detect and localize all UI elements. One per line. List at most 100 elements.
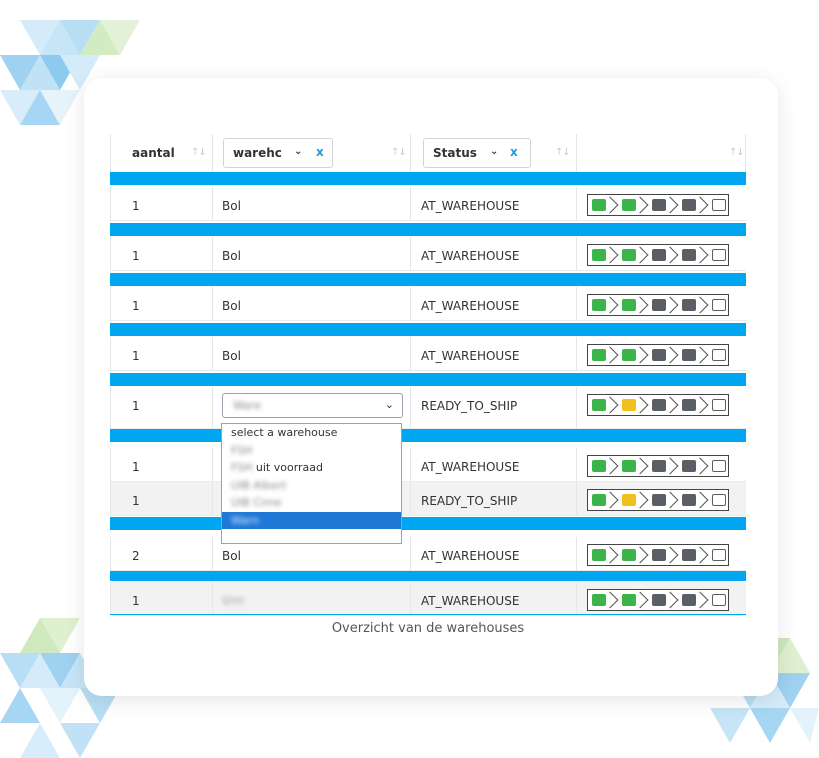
warehouse-select[interactable]: Ware ⌄	[222, 393, 403, 418]
dropdown-option[interactable]: FSH	[222, 442, 401, 460]
step-arrow-icon	[668, 545, 680, 565]
clear-filter-icon[interactable]: x	[316, 145, 324, 159]
cell-status: AT_WAREHOUSE	[410, 237, 576, 270]
check-icon	[712, 249, 726, 261]
row-separator-band	[110, 429, 746, 442]
step-arrow-icon	[638, 490, 650, 510]
header-progress: ↑↓	[576, 134, 746, 172]
cell-aantal: 1	[110, 237, 212, 270]
sort-icon[interactable]: ↑↓	[191, 147, 207, 158]
step-arrow-icon	[638, 545, 650, 565]
cell-status: READY_TO_SHIP	[410, 387, 576, 428]
warehouse-value: Bol	[222, 349, 241, 363]
sort-icon[interactable]: ↑↓	[391, 147, 407, 158]
check-icon	[712, 460, 726, 472]
check-icon	[712, 299, 726, 311]
step-arrow-icon	[668, 395, 680, 415]
cell-status: AT_WAREHOUSE	[410, 537, 576, 570]
table-row[interactable]: 1 Bol AT_WAREHOUSE	[110, 287, 746, 321]
step-arrow-icon	[668, 345, 680, 365]
table-row[interactable]: 1 Vrrr AT_WAREHOUSE	[110, 582, 746, 616]
cell-aantal: 1	[110, 187, 212, 220]
step-arrow-icon	[668, 456, 680, 476]
table-row[interactable]: 1 Bol AT_WAREHOUSE	[110, 337, 746, 371]
progress-steps	[587, 344, 729, 366]
step-arrow-icon	[698, 295, 710, 315]
step-arrow-icon	[638, 590, 650, 610]
dropdown-option-label: FSH	[231, 461, 253, 474]
step-arrow-icon	[698, 195, 710, 215]
row-separator-band	[110, 373, 746, 386]
table-header: aantal ↑↓ warehc ⌄ x ↑↓ Status ⌄ x ↑↓ ↑↓	[110, 134, 746, 172]
table-caption: Overzicht van de warehouses	[331, 621, 525, 636]
dropdown-option-label: select a warehouse	[231, 426, 338, 439]
step-arrow-icon	[698, 245, 710, 265]
header-warehouse: warehc ⌄ x ↑↓	[212, 134, 410, 172]
table-row[interactable]: 2 Bol AT_WAREHOUSE	[110, 537, 746, 571]
table-row[interactable]: 1 Bol AT_WAREHOUSE	[110, 237, 746, 271]
dropdown-option-suffix: uit voorraad	[252, 461, 324, 474]
cell-progress	[576, 448, 746, 481]
cell-warehouse: Bol	[212, 287, 410, 320]
cell-progress	[576, 287, 746, 320]
progress-steps	[587, 394, 729, 416]
dropdown-option-label: Warn	[231, 513, 260, 527]
sort-icon[interactable]: ↑↓	[555, 147, 571, 158]
step-arrow-icon	[608, 195, 620, 215]
cell-progress	[576, 582, 746, 615]
check-icon	[712, 199, 726, 211]
cell-progress	[576, 187, 746, 220]
cell-progress	[576, 387, 746, 428]
warehouse-value: Bol	[222, 199, 241, 213]
step-arrow-icon	[608, 545, 620, 565]
dropdown-option-label: UIB Albert	[231, 478, 287, 492]
dropdown-option-label: UIB Cime	[231, 496, 282, 509]
warehouse-filter-select[interactable]: warehc ⌄ x	[223, 138, 333, 168]
cell-warehouse: Bol	[212, 237, 410, 270]
cell-status: AT_WAREHOUSE	[410, 337, 576, 370]
step-arrow-icon	[638, 345, 650, 365]
step-arrow-icon	[668, 195, 680, 215]
status-filter-select[interactable]: Status ⌄ x	[423, 138, 531, 168]
check-icon	[712, 494, 726, 506]
dropdown-option[interactable]: Warn	[222, 511, 401, 529]
dropdown-option[interactable]: select a warehouse	[222, 424, 401, 442]
table-row[interactable]: 1 Bol AT_WAREHOUSE	[110, 187, 746, 221]
header-aantal[interactable]: aantal ↑↓	[110, 134, 212, 172]
check-icon	[712, 549, 726, 561]
table-row[interactable]: 1 Ware ⌄ READY_TO_SHIP	[110, 387, 746, 429]
step-arrow-icon	[608, 590, 620, 610]
cell-status: AT_WAREHOUSE	[410, 582, 576, 615]
step-arrow-icon	[698, 456, 710, 476]
cell-warehouse: Bol	[212, 337, 410, 370]
step-arrow-icon	[638, 456, 650, 476]
cell-status: AT_WAREHOUSE	[410, 448, 576, 481]
cell-progress	[576, 482, 746, 515]
dropdown-option[interactable]: FSH uit voorraad	[222, 459, 401, 477]
cell-aantal: 1	[110, 337, 212, 370]
cell-aantal: 1	[110, 387, 212, 428]
row-separator-band	[110, 172, 746, 185]
table-row[interactable]: 1 READY_TO_SHIP	[110, 482, 746, 516]
dropdown-option[interactable]: UIB Cime	[222, 494, 401, 512]
dropdown-option[interactable]: UIB Albert	[222, 477, 401, 495]
cell-progress	[576, 237, 746, 270]
chevron-down-icon: ⌄	[294, 146, 303, 157]
row-separator-band	[110, 517, 746, 530]
step-arrow-icon	[608, 456, 620, 476]
header-aantal-label: aantal	[132, 146, 175, 160]
step-arrow-icon	[638, 195, 650, 215]
clear-filter-icon[interactable]: x	[510, 145, 518, 159]
check-icon	[712, 399, 726, 411]
step-arrow-icon	[698, 345, 710, 365]
table-bottom-border	[110, 614, 746, 615]
progress-steps	[587, 544, 729, 566]
step-arrow-icon	[668, 245, 680, 265]
cell-aantal: 1	[110, 482, 212, 515]
table-row[interactable]: 1 AT_WAREHOUSE	[110, 448, 746, 482]
chevron-down-icon: ⌄	[384, 398, 394, 411]
sort-icon[interactable]: ↑↓	[729, 147, 745, 158]
cell-aantal: 1	[110, 448, 212, 481]
status-filter-label: Status	[433, 146, 477, 160]
step-arrow-icon	[698, 590, 710, 610]
